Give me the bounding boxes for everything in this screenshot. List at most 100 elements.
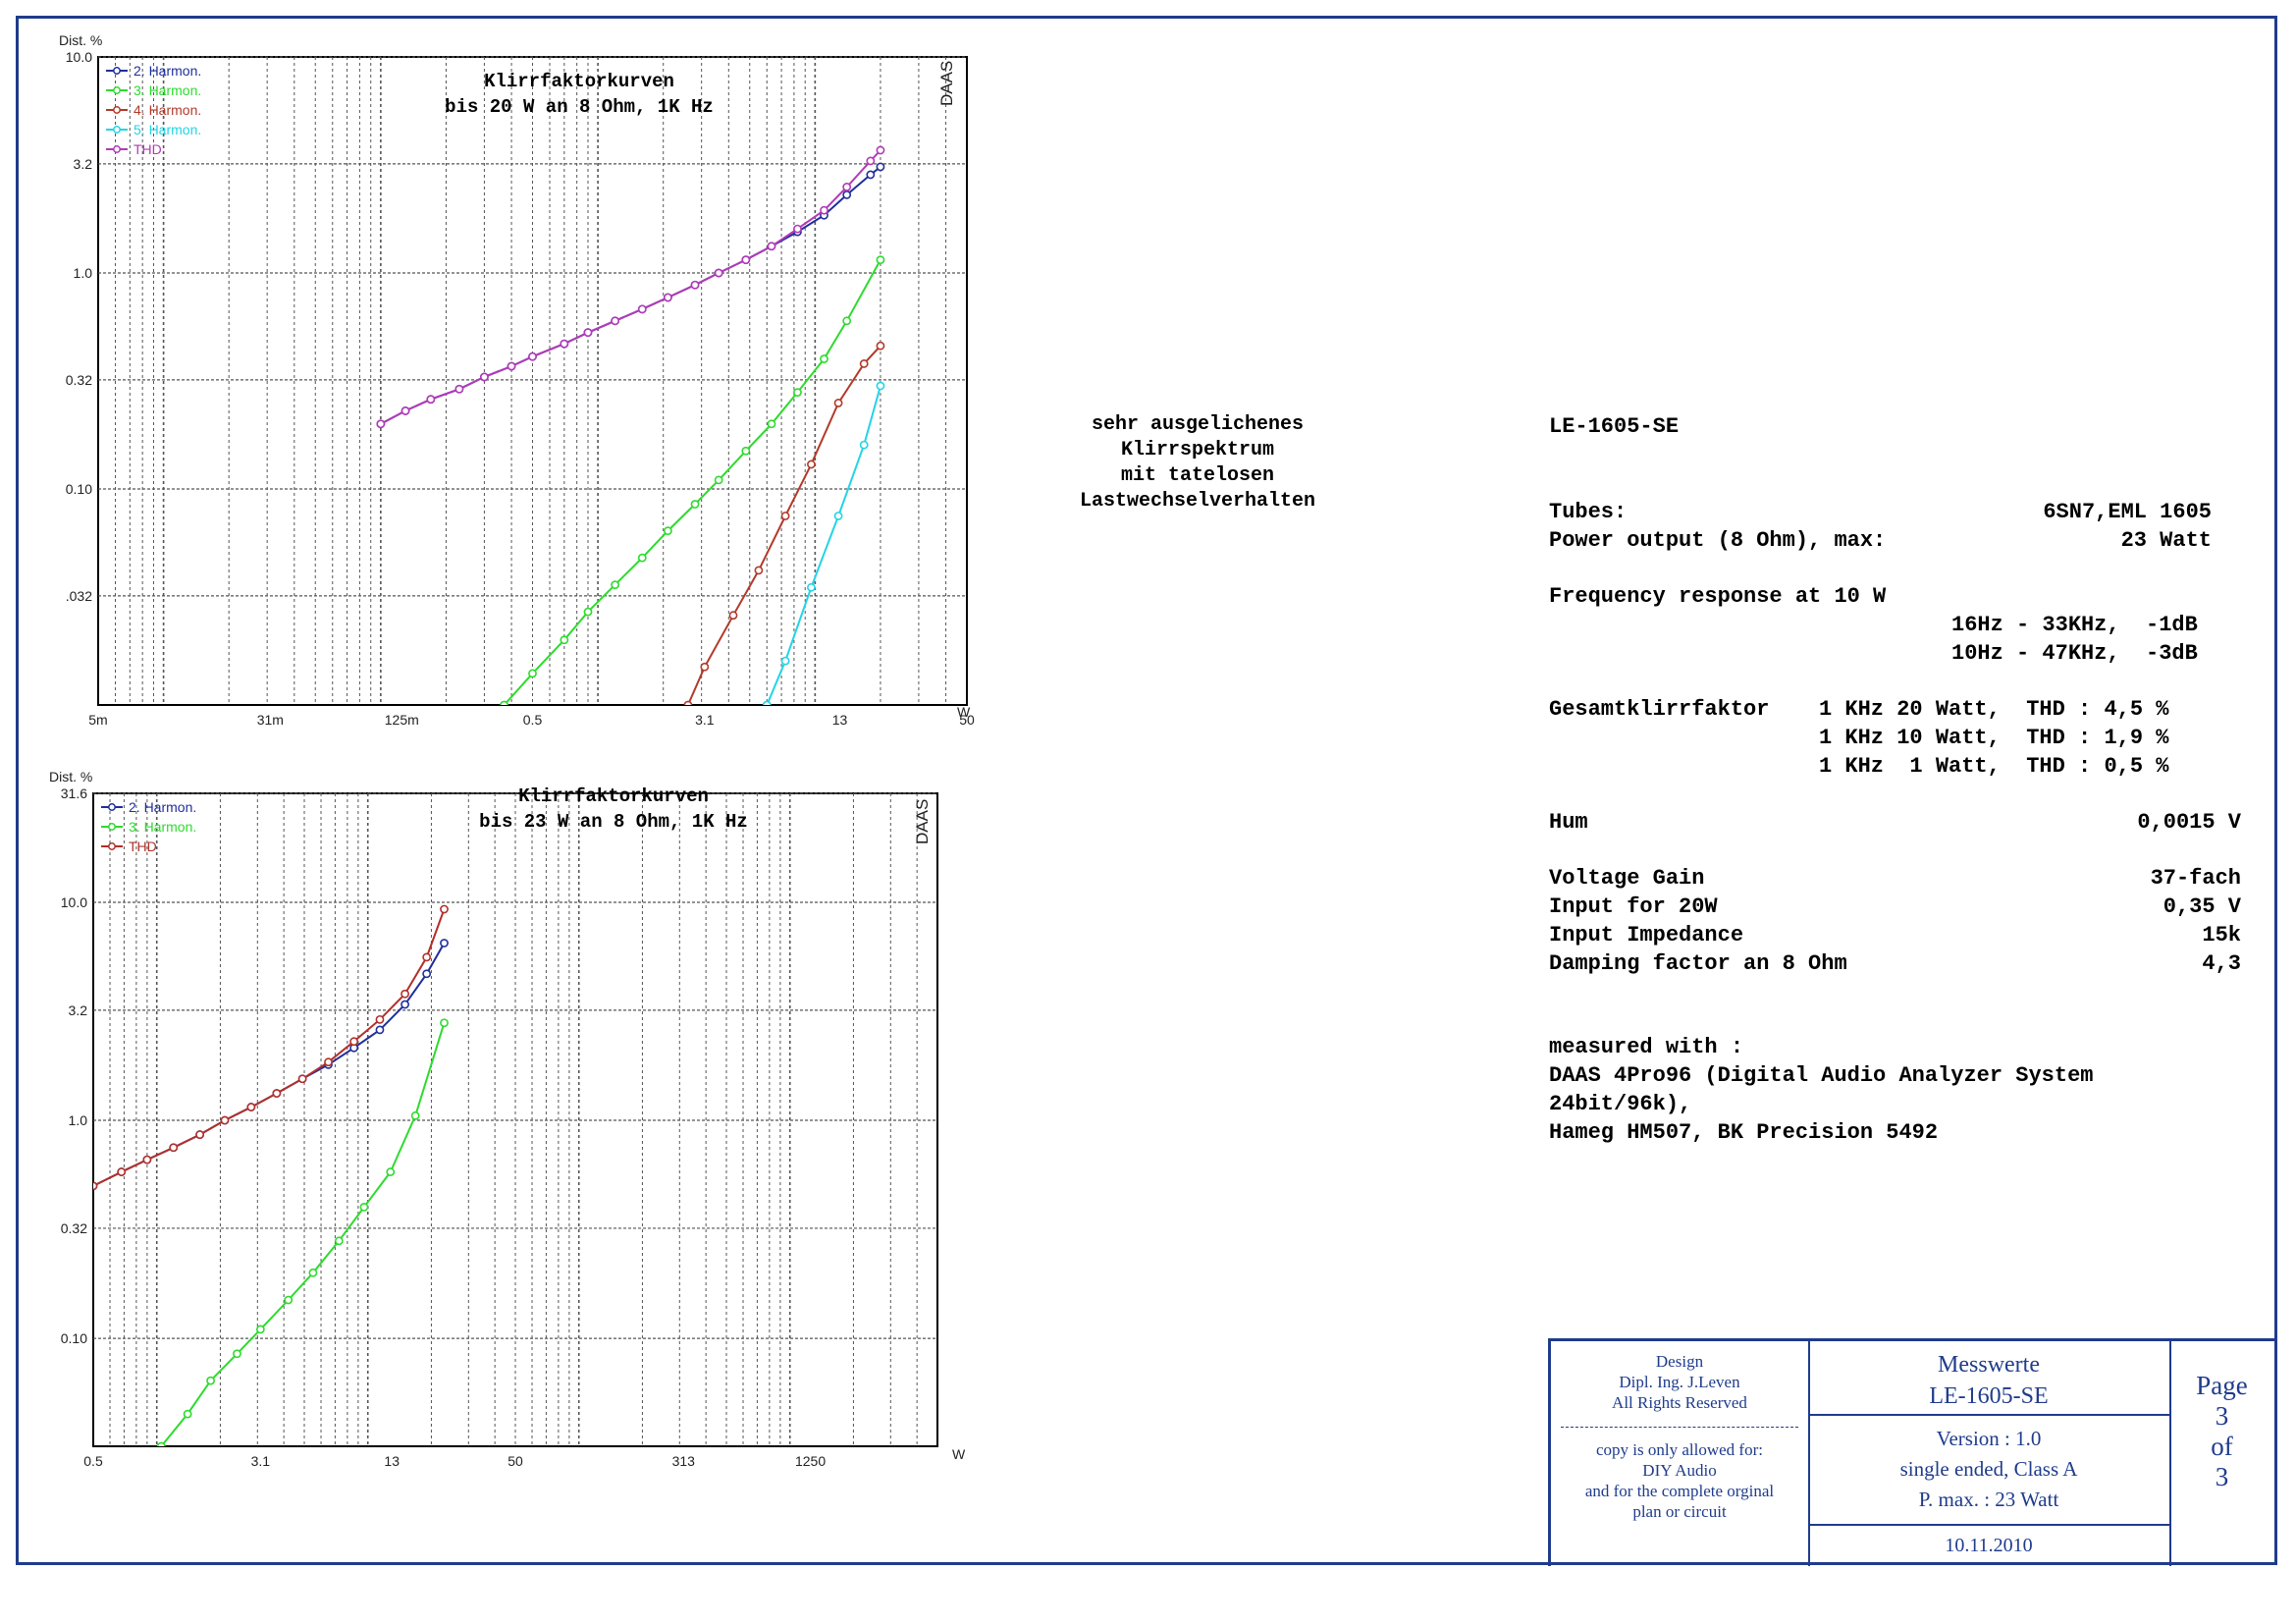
- legend-label: 2. Harmon.: [129, 799, 196, 815]
- damping-label: Damping factor an 8 Ohm: [1549, 951, 1847, 976]
- y-axis-label: Dist. %: [59, 32, 102, 48]
- data-point: [400, 406, 410, 415]
- data-point: [637, 553, 647, 563]
- legend-marker: [113, 67, 121, 75]
- data-point: [833, 399, 843, 407]
- design-label: Design: [1655, 1352, 1704, 1371]
- data-point: [714, 268, 723, 278]
- y-tick-label: 31.6: [61, 785, 87, 801]
- rights-text: All Rights Reserved: [1612, 1393, 1747, 1412]
- data-point: [767, 419, 776, 429]
- page-total: 3: [2215, 1462, 2229, 1491]
- data-point: [440, 939, 449, 947]
- legend-label: THD: [129, 839, 157, 854]
- data-point: [859, 359, 869, 368]
- note-line: mit tatelosen: [1120, 464, 1275, 487]
- y-tick-label: 0.10: [66, 481, 92, 497]
- data-point: [583, 328, 593, 338]
- daas-badge: DAAS: [913, 799, 932, 844]
- data-point: [690, 280, 700, 290]
- data-point: [700, 662, 710, 672]
- data-point: [386, 1167, 396, 1176]
- data-point: [156, 1441, 166, 1446]
- chart-title: Klirrfaktorkurven: [518, 785, 709, 807]
- impedance-label: Input Impedance: [1549, 923, 1744, 947]
- x-tick-label: 1250: [795, 1453, 826, 1469]
- data-point: [375, 1025, 385, 1035]
- y-tick-label: .032: [66, 588, 92, 604]
- legend-marker: [113, 126, 121, 134]
- power-value: 23 Watt: [2120, 528, 2212, 553]
- data-point: [728, 611, 738, 621]
- note-line: sehr ausgelichenes: [1091, 413, 1305, 436]
- data-point: [820, 205, 828, 215]
- data-point: [866, 170, 876, 180]
- document-cell: Messwerte LE-1605-SE Version : 1.0 singl…: [1808, 1341, 2171, 1566]
- data-point: [611, 316, 620, 326]
- legend-marker: [113, 86, 121, 94]
- data-point: [560, 635, 569, 645]
- data-point: [440, 1018, 449, 1028]
- data-point: [220, 1115, 230, 1125]
- data-point: [780, 656, 790, 666]
- data-point: [183, 1409, 192, 1419]
- specification-block: LE-1605-SE Tubes: 6SN7,EML 1605 Power out…: [1549, 412, 2256, 1147]
- data-point: [376, 419, 386, 429]
- x-tick-label: 0.5: [523, 712, 543, 728]
- legend-label: 3. Harmon.: [129, 819, 196, 835]
- design-cell: Design Dipl. Ing. J.Leven All Rights Res…: [1551, 1341, 1810, 1566]
- legend-label: 5. Harmon.: [133, 122, 201, 137]
- copy-text: DIY Audio: [1642, 1461, 1717, 1480]
- chart-title: Klirrfaktorkurven: [484, 71, 674, 92]
- data-point: [833, 512, 843, 520]
- data-point: [375, 1014, 385, 1024]
- data-point: [876, 162, 885, 172]
- x-tick-label: 13: [832, 712, 848, 728]
- distortion-chart-20w: 10.0 3.2 1.0 0.32 0.10 .032 5m 31m 125m 0.5 3.1 13 5…: [59, 32, 975, 728]
- note-line: Lastwechselverhalten: [1079, 490, 1316, 513]
- data-point: [359, 1203, 369, 1212]
- legend-marker: [108, 823, 116, 831]
- data-point: [422, 969, 432, 979]
- data-point: [255, 1325, 265, 1334]
- frequency-line: 16Hz - 33KHz, -1dB: [1951, 613, 2198, 637]
- data-point: [754, 566, 764, 575]
- legend-label: 2. Harmon.: [133, 63, 201, 79]
- data-point: [807, 460, 816, 469]
- x-axis-label: W: [957, 704, 971, 720]
- daas-badge: DAAS: [937, 61, 956, 106]
- legend-label: THD: [133, 141, 162, 157]
- measured-label: measured with :: [1549, 1035, 1744, 1059]
- data-point: [793, 388, 802, 398]
- chart-subtitle: bis 23 W an 8 Ohm, 1K Hz: [479, 811, 748, 833]
- data-point: [93, 1181, 98, 1191]
- data-point: [859, 440, 869, 450]
- data-point: [741, 255, 751, 265]
- y-tick-label: 10.0: [61, 894, 87, 910]
- measured-line: DAAS 4Pro96 (Digital Audio Analyzer Syst…: [1549, 1063, 2094, 1088]
- data-point: [876, 341, 885, 351]
- x-tick-label: 13: [384, 1453, 400, 1469]
- data-point: [308, 1268, 318, 1277]
- data-point: [876, 381, 885, 391]
- y-axis-label: Dist. %: [49, 769, 92, 785]
- input-value: 0,35 V: [2163, 894, 2241, 919]
- copy-text: plan or circuit: [1632, 1502, 1727, 1521]
- tubes-label: Tubes:: [1549, 500, 1628, 524]
- data-point: [246, 1103, 256, 1111]
- designer-name: Dipl. Ing. J.Leven: [1619, 1373, 1740, 1391]
- plot-area: 31.6 10.0 3.2 1.0 0.32 0.10 0.5 3.1 13 50 313 1250: [61, 785, 938, 1469]
- data-point: [528, 669, 537, 678]
- legend-marker: [113, 106, 121, 114]
- document-heading: Messwerte: [1938, 1352, 2040, 1378]
- thd-label: Gesamtklirrfaktor: [1549, 697, 1770, 722]
- legend-label: 4. Harmon.: [133, 102, 201, 118]
- data-point: [324, 1057, 333, 1067]
- copy-text: and for the complete orginal: [1584, 1482, 1775, 1500]
- data-point: [334, 1236, 344, 1246]
- data-point: [637, 304, 647, 314]
- data-point: [876, 255, 885, 265]
- hum-label: Hum: [1549, 810, 1588, 835]
- measured-line: 24bit/96k),: [1549, 1092, 1692, 1116]
- data-point: [410, 1110, 420, 1120]
